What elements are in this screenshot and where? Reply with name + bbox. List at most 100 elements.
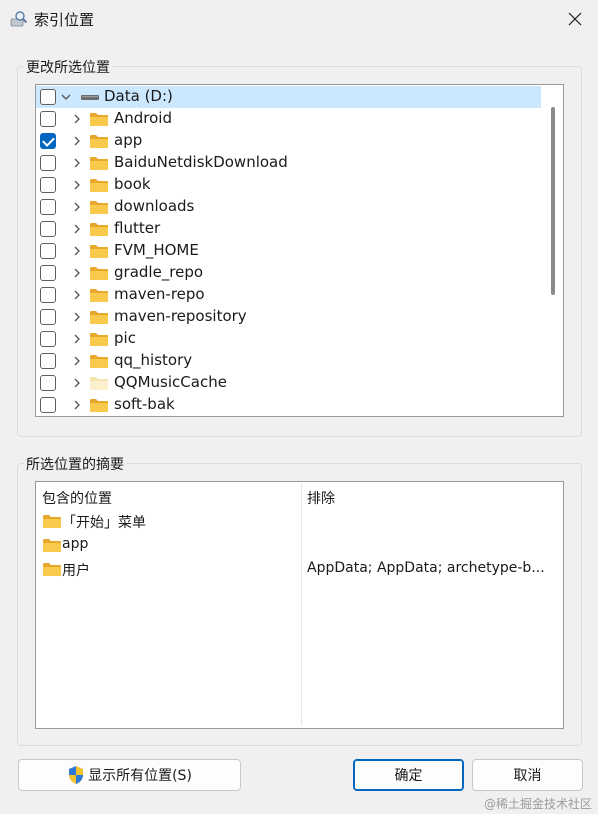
folder-checkbox[interactable] <box>40 199 56 215</box>
summary-label: 所选位置的摘要 <box>24 454 126 474</box>
folder-icon <box>42 513 62 529</box>
chevron-right-icon[interactable] <box>71 134 83 148</box>
folder-icon <box>89 199 109 215</box>
excluded-column-header: 排除 <box>307 491 335 507</box>
chevron-right-icon[interactable] <box>71 376 83 390</box>
folder-icon <box>89 331 109 347</box>
tree-row[interactable]: downloads <box>36 196 541 218</box>
folder-checkbox[interactable] <box>40 155 56 171</box>
drive-icon <box>80 89 100 105</box>
chevron-right-icon[interactable] <box>71 398 83 412</box>
folder-label: Android <box>114 109 172 127</box>
folder-checkbox[interactable] <box>40 177 56 193</box>
folder-icon <box>89 133 109 149</box>
folder-checkbox[interactable] <box>40 111 56 127</box>
chevron-right-icon[interactable] <box>71 156 83 170</box>
folder-icon <box>89 243 109 259</box>
summary-row: app <box>36 534 563 556</box>
folder-checkbox[interactable] <box>40 331 56 347</box>
chevron-right-icon[interactable] <box>71 178 83 192</box>
folder-label: QQMusicCache <box>114 373 227 391</box>
chevron-right-icon[interactable] <box>71 332 83 346</box>
folder-checkbox[interactable] <box>40 287 56 303</box>
folder-checkbox[interactable] <box>40 375 56 391</box>
folder-icon <box>89 155 109 171</box>
chevron-right-icon[interactable] <box>71 244 83 258</box>
folder-icon <box>89 111 109 127</box>
tree-row[interactable]: book <box>36 174 541 196</box>
tree-row[interactable]: flutter <box>36 218 541 240</box>
chevron-right-icon[interactable] <box>71 112 83 126</box>
root-checkbox[interactable] <box>40 89 56 105</box>
tree-row[interactable]: FVM_HOME <box>36 240 541 262</box>
chevron-right-icon[interactable] <box>71 310 83 324</box>
title-bar: 索引位置 <box>0 0 598 38</box>
indexed-locations-dialog: 索引位置 更改所选位置 Data (D:) Android app BaiduNetd… <box>0 0 598 814</box>
folder-label: pic <box>114 329 136 347</box>
close-icon <box>568 12 582 26</box>
folder-icon <box>89 353 109 369</box>
folder-checkbox[interactable] <box>40 243 56 259</box>
tree-row[interactable]: qq_history <box>36 350 541 372</box>
show-all-locations-label: 显示所有位置(S) <box>88 768 192 784</box>
folder-icon <box>89 177 109 193</box>
included-column-header: 包含的位置 <box>42 491 112 507</box>
tree-row[interactable]: QQMusicCache <box>36 372 541 394</box>
folder-checkbox[interactable] <box>40 353 56 369</box>
chevron-right-icon[interactable] <box>71 354 83 368</box>
folder-label: flutter <box>114 219 161 237</box>
included-location: 用户 <box>62 563 90 579</box>
location-tree[interactable]: Data (D:) Android app BaiduNetdiskDownload b… <box>35 84 564 417</box>
chevron-right-icon[interactable] <box>71 266 83 280</box>
folder-icon <box>89 221 109 237</box>
cancel-button[interactable]: 取消 <box>472 759 583 791</box>
window-title: 索引位置 <box>34 11 95 29</box>
folder-label: soft-bak <box>114 395 175 413</box>
tree-row[interactable]: pic <box>36 328 541 350</box>
included-location: app <box>62 536 89 552</box>
tree-row[interactable]: gradle_repo <box>36 262 541 284</box>
folder-checkbox[interactable] <box>40 221 56 237</box>
folder-icon <box>42 537 62 553</box>
tree-row[interactable]: app <box>36 130 541 152</box>
folder-checkbox[interactable] <box>40 397 56 413</box>
chevron-right-icon[interactable] <box>71 288 83 302</box>
folder-icon <box>42 561 62 577</box>
chevron-right-icon[interactable] <box>71 200 83 214</box>
tree-row[interactable]: Android <box>36 108 541 130</box>
summary-row: 「开始」菜单 <box>36 510 563 532</box>
tree-row[interactable]: soft-bak <box>36 394 541 416</box>
folder-hidden-icon <box>89 375 109 391</box>
search-index-icon <box>10 11 28 27</box>
chevron-down-icon[interactable] <box>60 90 72 104</box>
folder-label: FVM_HOME <box>114 241 199 259</box>
close-button[interactable] <box>560 4 590 34</box>
folder-label: book <box>114 175 151 193</box>
summary-row: 用户 AppData; AppData; archetype-b... <box>36 558 563 580</box>
folder-icon <box>89 287 109 303</box>
tree-root-row[interactable]: Data (D:) <box>36 86 541 108</box>
change-locations-label: 更改所选位置 <box>24 57 112 77</box>
folder-icon <box>89 309 109 325</box>
folder-label: qq_history <box>114 351 193 369</box>
included-location: 「开始」菜单 <box>62 515 146 531</box>
excluded-locations: AppData; AppData; archetype-b... <box>307 560 545 576</box>
tree-row[interactable]: BaiduNetdiskDownload <box>36 152 541 174</box>
folder-checkbox[interactable] <box>40 309 56 325</box>
folder-label: maven-repository <box>114 307 247 325</box>
folder-icon <box>89 265 109 281</box>
folder-checkbox[interactable] <box>40 265 56 281</box>
folder-checkbox[interactable] <box>40 133 56 149</box>
uac-shield-icon <box>69 766 84 784</box>
folder-label: maven-repo <box>114 285 205 303</box>
folder-label: downloads <box>114 197 195 215</box>
folder-label: gradle_repo <box>114 263 204 281</box>
tree-scrollbar[interactable] <box>541 85 563 416</box>
watermark: @稀土掘金技术社区 <box>483 797 592 811</box>
chevron-right-icon[interactable] <box>71 222 83 236</box>
tree-row[interactable]: maven-repository <box>36 306 541 328</box>
tree-row[interactable]: maven-repo <box>36 284 541 306</box>
scroll-thumb[interactable] <box>551 107 555 295</box>
show-all-locations-button[interactable]: 显示所有位置(S) <box>18 759 241 791</box>
ok-button[interactable]: 确定 <box>353 759 464 791</box>
